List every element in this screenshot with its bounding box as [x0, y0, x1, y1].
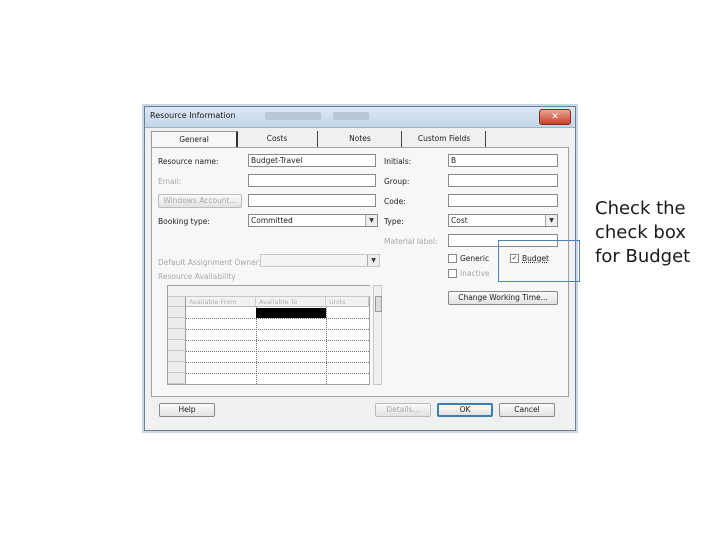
chevron-down-icon[interactable]: ▼: [365, 215, 377, 226]
grid-corner: [168, 297, 186, 307]
grid-row-header[interactable]: [168, 351, 186, 362]
cancel-button[interactable]: Cancel: [499, 403, 555, 417]
grid-row-divider: [186, 340, 369, 341]
resource-name-label: Resource name:: [158, 157, 219, 166]
title-bar[interactable]: Resource Information ✕: [145, 107, 575, 128]
details-button[interactable]: Details...: [375, 403, 431, 417]
title-bar-decoration: [265, 112, 321, 120]
instruction-callout: Check the check box for Budget: [595, 198, 691, 267]
type-value: Cost: [451, 216, 468, 225]
initials-input[interactable]: B: [448, 154, 558, 167]
default-owner-label: Default Assignment Owner:: [158, 258, 262, 267]
inactive-checkbox[interactable]: [448, 269, 457, 278]
grid-column-divider: [256, 307, 257, 384]
chevron-down-icon[interactable]: ▼: [367, 255, 379, 266]
email-label: Email:: [158, 177, 182, 186]
inactive-label: Inactive: [460, 269, 490, 278]
grid-row-divider: [186, 351, 369, 352]
grid-row-divider: [186, 329, 369, 330]
tab-bar: General Costs Notes Custom Fields: [151, 131, 569, 148]
grid-row-header[interactable]: [168, 318, 186, 329]
close-button[interactable]: ✕: [539, 109, 571, 125]
generic-checkbox[interactable]: [448, 254, 457, 263]
group-label: Group:: [384, 177, 410, 186]
grid-scrollbar[interactable]: [373, 285, 382, 385]
group-input[interactable]: [448, 174, 558, 187]
type-label: Type:: [384, 217, 404, 226]
tab-general[interactable]: General: [151, 131, 238, 148]
generic-label: Generic: [460, 254, 490, 263]
code-input[interactable]: [448, 194, 558, 207]
windows-account-button[interactable]: Windows Account...: [158, 194, 242, 208]
column-header-available-to[interactable]: Available To: [256, 297, 326, 307]
type-select[interactable]: Cost ▼: [448, 214, 558, 227]
grid-row-divider: [186, 362, 369, 363]
chevron-down-icon[interactable]: ▼: [545, 215, 557, 226]
material-label-label: Material label:: [384, 237, 438, 246]
help-button[interactable]: Help: [159, 403, 215, 417]
grid-row-divider: [186, 373, 369, 374]
column-header-available-from[interactable]: Available From: [186, 297, 256, 307]
grid-row-divider: [186, 318, 369, 319]
grid-top-header: [168, 286, 371, 297]
resource-name-input[interactable]: Budget-Travel: [248, 154, 376, 167]
booking-type-select[interactable]: Committed ▼: [248, 214, 378, 227]
grid-row-header[interactable]: [168, 340, 186, 351]
tab-costs[interactable]: Costs: [237, 131, 318, 147]
grid-row-header[interactable]: [168, 329, 186, 340]
dialog-title: Resource Information: [150, 111, 236, 120]
grid-row-header[interactable]: [168, 362, 186, 373]
tab-notes[interactable]: Notes: [319, 131, 402, 147]
grid-row-header[interactable]: [168, 373, 186, 384]
windows-account-input[interactable]: [248, 194, 376, 207]
email-input[interactable]: [248, 174, 376, 187]
selected-grid-cell[interactable]: [256, 308, 326, 318]
scrollbar-thumb[interactable]: [375, 296, 382, 312]
booking-type-value: Committed: [251, 216, 293, 225]
initials-label: Initials:: [384, 157, 412, 166]
resource-availability-label: Resource Availability: [158, 272, 236, 281]
tab-custom-fields[interactable]: Custom Fields: [403, 131, 486, 147]
budget-highlight-box: [498, 240, 580, 282]
booking-type-label: Booking type:: [158, 217, 210, 226]
default-owner-select[interactable]: ▼: [260, 254, 380, 267]
change-working-time-button[interactable]: Change Working Time...: [448, 291, 558, 305]
title-bar-decoration: [333, 112, 369, 120]
code-label: Code:: [384, 197, 406, 206]
grid-column-divider: [326, 307, 327, 384]
column-header-units[interactable]: Units: [326, 297, 369, 307]
grid-row-header[interactable]: [168, 307, 186, 318]
availability-grid[interactable]: Available From Available To Units: [167, 285, 371, 385]
ok-button[interactable]: OK: [437, 403, 493, 417]
